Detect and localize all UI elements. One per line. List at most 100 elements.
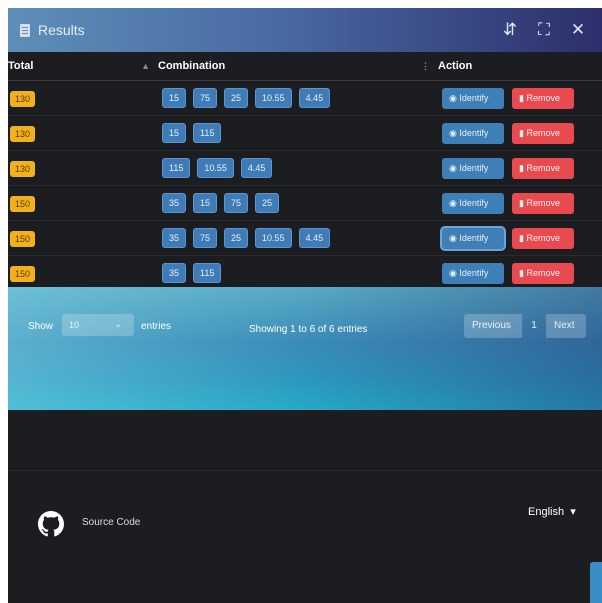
identify-label: Identify	[459, 127, 489, 138]
eye-icon: ◉	[449, 197, 460, 208]
combination-cell: 15 115	[158, 115, 438, 151]
action-buttons: ◉ Identify ▮ Remove	[438, 262, 602, 284]
header-combination-label: Combination	[158, 60, 226, 72]
window-title: Results	[38, 22, 85, 38]
identify-button[interactable]: ◉ Identify	[442, 227, 504, 249]
action-cell: ◉ Identify ▮ Remove	[438, 150, 602, 186]
action-cell: ◉ Identify ▮ Remove	[438, 220, 602, 256]
eye-icon: ◉	[449, 267, 460, 278]
chevron-down-icon: ⌄	[114, 319, 122, 329]
eye-icon: ◉	[449, 162, 460, 173]
remove-button[interactable]: ▮ Remove	[512, 192, 574, 214]
remove-button[interactable]: ▮ Remove	[512, 122, 574, 144]
action-cell: ◉ Identify ▮ Remove	[438, 255, 602, 291]
identify-button[interactable]: ◉ Identify	[442, 157, 504, 179]
identify-label: Identify	[459, 162, 489, 173]
eye-icon: ◉	[449, 92, 460, 103]
value-chip: 35	[162, 228, 187, 248]
entries-length-select[interactable]: 10 ⌄	[62, 314, 134, 336]
remove-label: Remove	[526, 92, 560, 103]
total-cell: 150	[8, 220, 158, 256]
total-badge: 130	[10, 126, 36, 142]
value-chip: 10.55	[255, 88, 292, 108]
value-chip: 115	[162, 158, 191, 178]
total-cell: 130	[8, 150, 158, 186]
identify-button[interactable]: ◉ Identify	[442, 192, 504, 214]
page-1-button[interactable]: 1	[522, 314, 546, 338]
remove-label: Remove	[526, 197, 560, 208]
pagination: Previous 1 Next	[464, 314, 586, 338]
eye-icon: ◉	[449, 232, 460, 243]
value-chip: 4.45	[298, 228, 331, 248]
header-action-label: Action	[438, 60, 473, 72]
remove-label: Remove	[526, 267, 560, 278]
action-buttons: ◉ Identify ▮ Remove	[438, 192, 602, 214]
identify-button[interactable]: ◉ Identify	[442, 262, 504, 284]
show-label: Show	[28, 321, 54, 332]
language-label: English	[528, 506, 565, 518]
remove-label: Remove	[526, 127, 560, 138]
results-panel: Results ⇵ ⛶ ✕ Total ▲ Combination ⋮ Acti…	[8, 8, 602, 603]
sort-icon: ⋮	[421, 61, 430, 71]
github-icon[interactable]	[38, 511, 64, 537]
combination-cell: 35 75 25 10.55 4.45	[158, 220, 438, 256]
language-selector[interactable]: English ▾	[528, 505, 576, 518]
combination-chips: 35 15 75 25	[158, 193, 438, 213]
header-total[interactable]: Total ▲	[8, 52, 158, 81]
header-action: Action	[438, 52, 602, 81]
identify-button[interactable]: ◉ Identify	[442, 122, 504, 144]
spacer	[8, 410, 602, 470]
entries-label: entries	[141, 321, 172, 332]
table-row: 130 15 75 25 10.55 4.45 ◉ Identify ▮ Remove	[8, 80, 602, 116]
value-chip: 25	[224, 88, 249, 108]
value-chip: 15	[193, 193, 218, 213]
collapse-icon[interactable]: ⇵	[502, 20, 518, 40]
identify-label: Identify	[459, 267, 489, 278]
action-buttons: ◉ Identify ▮ Remove	[438, 227, 602, 249]
value-chip: 15	[162, 88, 187, 108]
combination-cell: 35 115	[158, 255, 438, 291]
results-table: Total ▲ Combination ⋮ Action 130 15 75 25 10…	[8, 52, 602, 291]
table-row: 150 35 75 25 10.55 4.45 ◉ Identify ▮ Remove	[8, 220, 602, 256]
remove-button[interactable]: ▮ Remove	[512, 262, 574, 284]
expand-icon[interactable]: ⛶	[536, 20, 552, 40]
combination-chips: 35 115	[158, 263, 438, 283]
value-chip: 75	[193, 228, 218, 248]
value-chip: 75	[224, 193, 249, 213]
combination-chips: 15 115	[158, 123, 438, 143]
total-badge: 130	[10, 161, 36, 177]
action-buttons: ◉ Identify ▮ Remove	[438, 87, 602, 109]
length-value: 10	[69, 320, 80, 330]
identify-button[interactable]: ◉ Identify	[442, 87, 504, 109]
close-icon[interactable]: ✕	[570, 20, 586, 40]
value-chip: 4.45	[240, 158, 273, 178]
value-chip: 15	[162, 123, 187, 143]
value-chip: 115	[193, 123, 222, 143]
sort-icon: ▲	[141, 61, 150, 71]
remove-button[interactable]: ▮ Remove	[512, 157, 574, 179]
remove-button[interactable]: ▮ Remove	[512, 87, 574, 109]
previous-button[interactable]: Previous	[464, 314, 522, 338]
title-bar: Results ⇵ ⛶ ✕	[8, 8, 602, 52]
combination-cell: 115 10.55 4.45	[158, 150, 438, 186]
window-controls: ⇵ ⛶ ✕	[502, 20, 586, 40]
identify-label: Identify	[459, 197, 489, 208]
total-cell: 150	[8, 255, 158, 291]
next-button[interactable]: Next	[546, 314, 586, 338]
source-code-link[interactable]: Source Code	[82, 517, 140, 528]
remove-button[interactable]: ▮ Remove	[512, 227, 574, 249]
value-chip: 35	[162, 193, 187, 213]
value-chip: 75	[193, 88, 218, 108]
total-badge: 150	[10, 231, 36, 247]
action-cell: ◉ Identify ▮ Remove	[438, 185, 602, 221]
value-chip: 35	[162, 263, 187, 283]
header-combination[interactable]: Combination ⋮	[158, 52, 438, 81]
header-total-label: Total	[8, 60, 34, 72]
table-header-row: Total ▲ Combination ⋮ Action	[8, 52, 602, 81]
side-tab[interactable]	[590, 562, 602, 603]
combination-chips: 15 75 25 10.55 4.45	[158, 88, 438, 108]
table-row: 150 35 115 ◉ Identify ▮ Remove	[8, 255, 602, 291]
value-chip: 10.55	[197, 158, 234, 178]
combination-cell: 15 75 25 10.55 4.45	[158, 80, 438, 116]
combination-cell: 35 15 75 25	[158, 185, 438, 221]
